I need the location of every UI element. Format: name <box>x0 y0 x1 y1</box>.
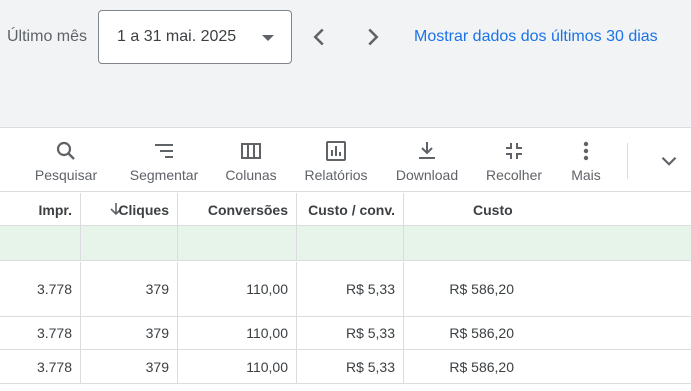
reports-label: Relatórios <box>304 167 368 183</box>
segment-icon <box>152 139 176 163</box>
columns-icon <box>239 139 263 163</box>
cost-cell: R$ 586,20 <box>449 281 514 297</box>
more-button[interactable]: Mais <box>566 129 606 191</box>
total-cell <box>297 226 404 260</box>
clicks-cell: 379 <box>81 317 178 349</box>
more-label: Mais <box>571 167 601 183</box>
table-toolbar: Pesquisar Segmentar Colunas Relatórios D… <box>0 129 691 192</box>
show-last-30-days-link[interactable]: Mostrar dados dos últimos 30 dias <box>414 28 658 46</box>
search-button[interactable]: Pesquisar <box>28 129 104 191</box>
table-header-row: Impr. Cliques Conversões Custo / conv. C… <box>0 193 691 226</box>
impressions-cell: 3.778 <box>0 262 81 316</box>
columns-label: Colunas <box>225 167 277 183</box>
collapse-label: Recolher <box>485 167 543 183</box>
column-header-impressions[interactable]: Impr. <box>0 193 81 225</box>
impressions-cell: 3.778 <box>0 317 81 349</box>
total-cell <box>81 226 178 260</box>
reports-button[interactable]: Relatórios <box>300 129 372 191</box>
columns-button[interactable]: Colunas <box>220 129 282 191</box>
next-period-button[interactable] <box>358 22 388 52</box>
dropdown-caret-icon <box>262 35 274 41</box>
collapse-icon <box>502 139 526 163</box>
total-cell <box>178 226 297 260</box>
previous-period-button[interactable] <box>304 22 334 52</box>
table-row[interactable]: 3.778 379 110,00 R$ 5,33 R$ 586,20 <box>0 350 691 384</box>
period-label: Último mês <box>7 28 88 45</box>
search-icon <box>54 139 78 163</box>
conversions-cell: 110,00 <box>178 317 297 349</box>
download-label: Download <box>395 167 459 183</box>
column-header-cost[interactable]: Custo <box>404 193 522 225</box>
reports-icon <box>324 139 348 163</box>
collapse-button[interactable]: Recolher <box>480 129 548 191</box>
download-icon <box>415 139 439 163</box>
segment-label: Segmentar <box>129 167 199 183</box>
more-vert-icon <box>574 139 598 163</box>
column-header-clicks[interactable]: Cliques <box>81 193 178 225</box>
cost-per-conversion-cell: R$ 5,33 <box>297 317 404 349</box>
expand-toolbar-button[interactable] <box>656 148 682 174</box>
total-cell <box>0 226 81 260</box>
date-range-bar: Último mês 1 a 31 mai. 2025 Mostrar dado… <box>0 0 691 128</box>
segment-button[interactable]: Segmentar <box>124 129 204 191</box>
search-label: Pesquisar <box>34 167 98 183</box>
chevron-down-icon <box>661 156 677 166</box>
date-range-select[interactable]: 1 a 31 mai. 2025 <box>98 10 292 64</box>
chevron-left-icon <box>313 28 324 46</box>
cost-cell: R$ 586,20 <box>449 358 514 375</box>
total-row <box>0 226 691 261</box>
clicks-cell: 379 <box>81 262 178 316</box>
toolbar-divider <box>627 143 628 179</box>
cost-cell: R$ 586,20 <box>449 325 514 341</box>
conversions-cell: 110,00 <box>178 350 297 383</box>
column-header-conversions[interactable]: Conversões <box>178 193 297 225</box>
download-button[interactable]: Download <box>392 129 462 191</box>
date-range-value: 1 a 31 mai. 2025 <box>117 28 237 45</box>
conversions-cell: 110,00 <box>178 262 297 316</box>
table-row[interactable]: 3.778 379 110,00 R$ 5,33 R$ 586,20 <box>0 262 691 317</box>
table-row[interactable]: 3.778 379 110,00 R$ 5,33 R$ 586,20 <box>0 317 691 350</box>
impressions-cell: 3.778 <box>0 350 81 383</box>
clicks-cell: 379 <box>81 350 178 383</box>
cost-per-conversion-cell: R$ 5,33 <box>297 262 404 316</box>
column-header-cost-per-conversion[interactable]: Custo / conv. <box>297 193 404 225</box>
chevron-right-icon <box>368 28 379 46</box>
cost-per-conversion-cell: R$ 5,33 <box>297 350 404 383</box>
